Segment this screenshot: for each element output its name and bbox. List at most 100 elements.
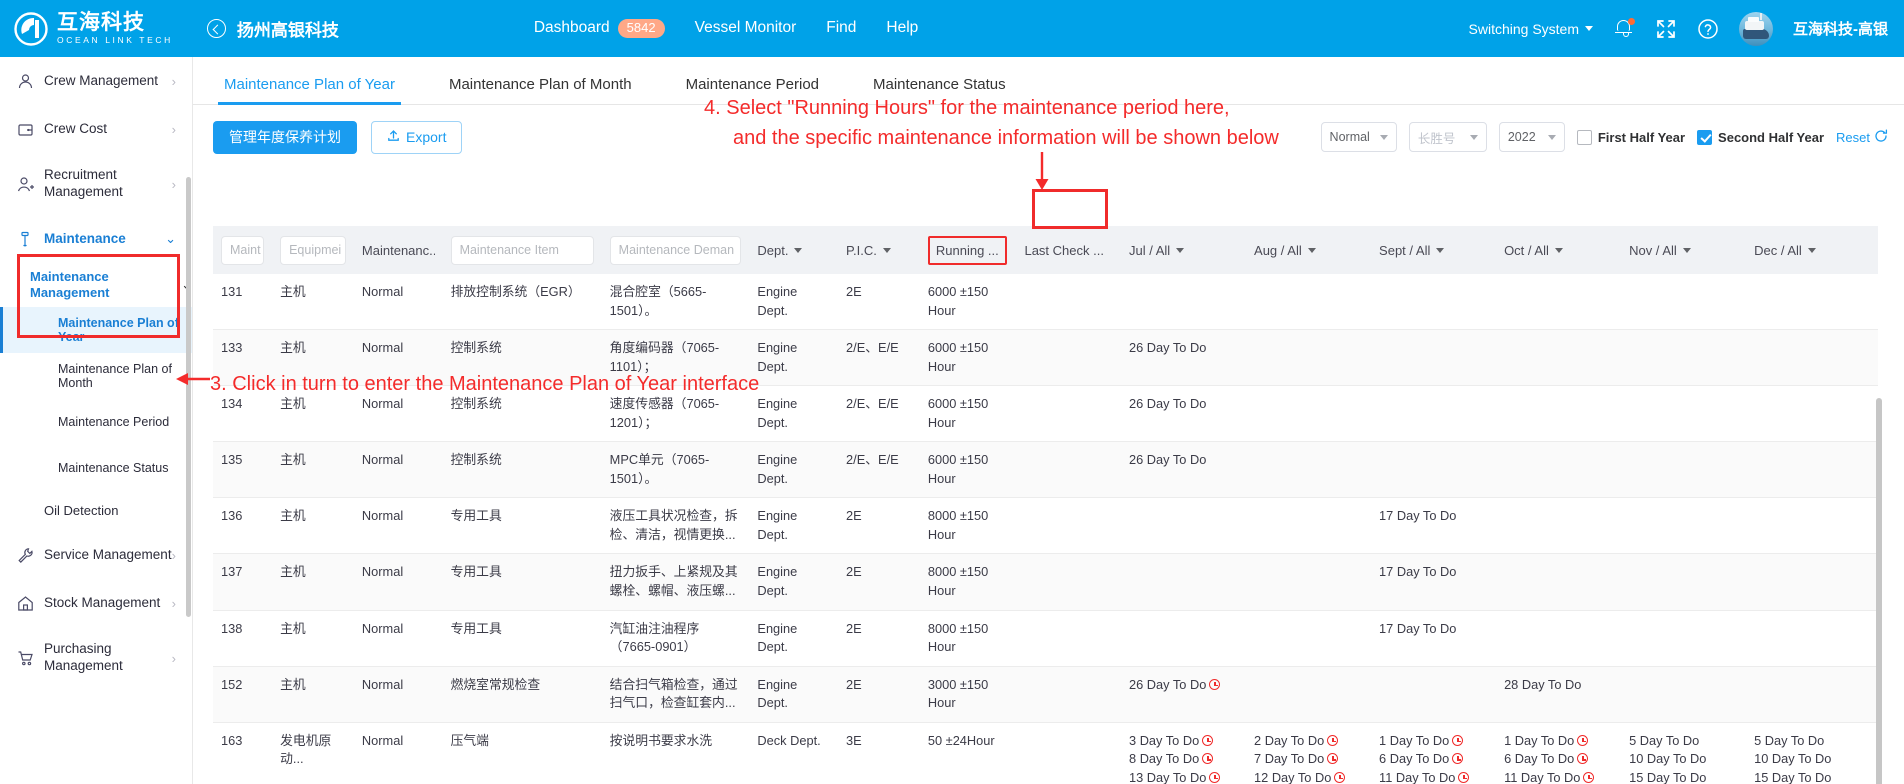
dept-filter-dropdown[interactable]: Dept. <box>757 243 830 258</box>
table-row[interactable]: 138 主机 Normal 专用工具 汽缸油注油程序（7665-0901） Engine … <box>213 610 1878 667</box>
manage-annual-plan-button[interactable]: 管理年度保养计划 <box>213 120 357 154</box>
avatar[interactable] <box>1739 11 1773 46</box>
maintenance-todo-entry[interactable]: 26 Day To Do <box>1129 395 1238 414</box>
table-row[interactable]: 136 主机 Normal 专用工具 液压工具状况检查，拆检、清洁，视情更换... Eng… <box>213 497 1878 555</box>
cell-month-nov <box>1621 274 1747 331</box>
maintenance-todo-entry[interactable]: 10 Day To Do <box>1754 750 1870 769</box>
tab-maintenance-status[interactable]: Maintenance Status <box>867 76 1012 104</box>
table-row[interactable]: 133 主机 Normal 控制系统 角度编码器（7065-1101）； Engine D… <box>213 329 1878 387</box>
sidebar-item-service-management[interactable]: Service Management › <box>0 531 192 579</box>
sidebar-item-purchasing-management[interactable]: Purchasing Management › <box>0 627 192 689</box>
maintenance-todo-entry[interactable]: 17 Day To Do <box>1379 563 1488 582</box>
sidebar-item-maintenance-management[interactable]: Maintenance Management ⌄ <box>0 263 192 307</box>
maintenance-type-select[interactable]: Normal <box>1320 122 1397 152</box>
table-row[interactable]: 135 主机 Normal 控制系统 MPC单元（7065-1501）。 Engine D… <box>213 441 1878 499</box>
maintenance-todo-entry[interactable]: 26 Day To Do <box>1129 451 1238 470</box>
maintenance-todo-entry[interactable]: 13 Day To Do <box>1129 769 1238 784</box>
sidebar-item-maintenance-plan-of-month[interactable]: Maintenance Plan of Month <box>0 353 192 399</box>
topnav-help[interactable]: Help <box>886 19 918 37</box>
maintenance-todo-entry[interactable]: 11 Day To Do <box>1379 769 1488 784</box>
maintenance-todo-entry[interactable]: 17 Day To Do <box>1379 507 1488 526</box>
sidebar-item-oil-detection[interactable]: Oil Detection <box>0 491 192 531</box>
sidebar-item-maintenance-period[interactable]: Maintenance Period <box>0 399 192 445</box>
maint-no-input[interactable]: Maint <box>221 235 265 265</box>
running-hours-header-label[interactable]: Running ... <box>927 235 1007 265</box>
maintenance-todo-entry[interactable]: 5 Day To Do <box>1629 732 1738 751</box>
maintenance-demand-input[interactable]: Maintenance Deman <box>609 235 742 265</box>
back-arrow-icon[interactable] <box>206 19 226 38</box>
cell-month-oct <box>1496 329 1622 387</box>
bell-icon[interactable] <box>1613 17 1635 40</box>
maintenance-todo-entry[interactable]: 11 Day To Do <box>1504 769 1613 784</box>
maintenance-todo-entry[interactable]: 28 Day To Do <box>1504 676 1613 695</box>
export-button[interactable]: Export <box>371 120 463 154</box>
sidebar-item-maintenance-status[interactable]: Maintenance Status <box>0 445 192 491</box>
sidebar-item-maintenance-plan-of-year[interactable]: Maintenance Plan of Year <box>0 307 192 353</box>
sidebar-item-stock-management[interactable]: Stock Management › <box>0 579 192 627</box>
nov-filter-dropdown[interactable]: Nov / All <box>1629 243 1738 258</box>
user-name[interactable]: 互海科技-高银 <box>1793 18 1888 39</box>
vessel-back-group[interactable]: 扬州高银科技 <box>206 16 339 41</box>
sidebar-item-crew-management[interactable]: Crew Management › <box>0 57 192 105</box>
maintenance-todo-entry[interactable]: 3 Day To Do <box>1129 732 1238 751</box>
topnav-find[interactable]: Find <box>826 19 856 37</box>
table-row[interactable]: 137 主机 Normal 专用工具 扭力扳手、上紧规及其螺栓、螺帽、液压螺... Eng… <box>213 553 1878 611</box>
pic-filter-dropdown[interactable]: P.I.C. <box>846 243 912 258</box>
cell-month-sept: 17 Day To Do <box>1371 610 1497 667</box>
sidebar-item-recruitment-management[interactable]: Recruitment Management › <box>0 153 192 215</box>
maintenance-todo-entry[interactable]: 8 Day To Do <box>1129 750 1238 769</box>
maintenance-todo-entry[interactable]: 15 Day To Do <box>1629 769 1738 784</box>
first-half-year-checkbox[interactable]: First Half Year <box>1576 129 1685 145</box>
aug-filter-dropdown[interactable]: Aug / All <box>1254 243 1363 258</box>
tab-maintenance-plan-of-month[interactable]: Maintenance Plan of Month <box>443 76 638 104</box>
maintenance-todo-entry[interactable]: 12 Day To Do <box>1254 769 1363 784</box>
maintenance-table-container[interactable]: Maint Equipmei Maintenanc... Maintenance… <box>213 226 1885 784</box>
tab-maintenance-period[interactable]: Maintenance Period <box>680 76 825 104</box>
cell-maint-no: 138 <box>213 610 273 667</box>
table-row[interactable]: 131 主机 Normal 排放控制系统（EGR） 混合腔室（5665-1501）。 En… <box>213 274 1878 331</box>
fullscreen-icon[interactable] <box>1655 18 1677 40</box>
cell-running-hours: 50 ±24Hour <box>919 722 1017 784</box>
table-row[interactable]: 134 主机 Normal 控制系统 速度传感器（7065-1201）； Engine D… <box>213 385 1878 443</box>
table-vertical-scrollbar[interactable] <box>1876 398 1882 784</box>
maintenance-todo-entry[interactable]: 6 Day To Do <box>1379 750 1488 769</box>
jul-filter-dropdown[interactable]: Jul / All <box>1129 243 1238 258</box>
tab-maintenance-plan-of-year[interactable]: Maintenance Plan of Year <box>218 76 401 105</box>
th-sept: Sept / All <box>1371 226 1497 274</box>
dec-filter-dropdown[interactable]: Dec / All <box>1754 243 1870 258</box>
maintenance-todo-entry[interactable]: 10 Day To Do <box>1629 750 1738 769</box>
equipment-input[interactable]: Equipmei <box>280 235 346 265</box>
maintenance-todo-entry[interactable]: 6 Day To Do <box>1504 750 1613 769</box>
cell-maintenance-item: 燃烧室常规检查 <box>442 666 602 723</box>
maintenance-todo-entry[interactable]: 26 Day To Do <box>1129 339 1238 358</box>
maintenance-todo-entry[interactable]: 2 Day To Do <box>1254 732 1363 751</box>
main-content: Maintenance Plan of Year Maintenance Pla… <box>193 57 1904 784</box>
maintenance-todo-entry[interactable]: 1 Day To Do <box>1379 732 1488 751</box>
switching-system-dropdown[interactable]: Switching System <box>1469 21 1593 37</box>
cell-last-check <box>1016 666 1122 723</box>
maintenance-todo-entry[interactable]: 17 Day To Do <box>1379 620 1488 639</box>
maintenance-item-input[interactable]: Maintenance Item <box>450 235 594 265</box>
maintenance-todo-entry[interactable]: 1 Day To Do <box>1504 732 1613 751</box>
year-select[interactable]: 2022 <box>1498 122 1565 152</box>
reset-button[interactable]: Reset <box>1836 129 1888 146</box>
second-half-year-checkbox[interactable]: Second Half Year <box>1697 129 1824 145</box>
sidebar-item-crew-cost[interactable]: Crew Cost › <box>0 105 192 153</box>
maintenance-todo-entry[interactable]: 7 Day To Do <box>1254 750 1363 769</box>
topnav-vessel-monitor[interactable]: Vessel Monitor <box>695 19 797 37</box>
table-row[interactable]: 152 主机 Normal 燃烧室常规检查 结合扫气箱检查，通过扫气口，检查缸套内...… <box>213 666 1878 723</box>
oct-filter-dropdown[interactable]: Oct / All <box>1504 243 1613 258</box>
topnav-dashboard[interactable]: Dashboard 5842 <box>534 18 665 39</box>
sidebar-item-maintenance[interactable]: Maintenance ⌄ <box>0 215 192 263</box>
cell-running-hours: 8000 ±150 Hour <box>919 497 1017 555</box>
maintenance-todo-entry[interactable]: 15 Day To Do <box>1754 769 1870 784</box>
vessel-select[interactable]: 长胜号 <box>1408 122 1487 152</box>
sept-filter-dropdown[interactable]: Sept / All <box>1379 243 1488 258</box>
maintenance-type-value: Normal <box>1329 130 1370 144</box>
maintenance-todo-entry[interactable]: 26 Day To Do <box>1129 676 1238 695</box>
table-row[interactable]: 163 发电机原动... Normal 压气端 按说明书要求水洗 Deck Dept. 3E… <box>213 722 1878 784</box>
sidebar-scrollbar[interactable] <box>186 177 191 617</box>
help-icon[interactable] <box>1697 18 1719 40</box>
clock-icon <box>1202 734 1214 746</box>
maintenance-todo-entry[interactable]: 5 Day To Do <box>1754 732 1870 751</box>
